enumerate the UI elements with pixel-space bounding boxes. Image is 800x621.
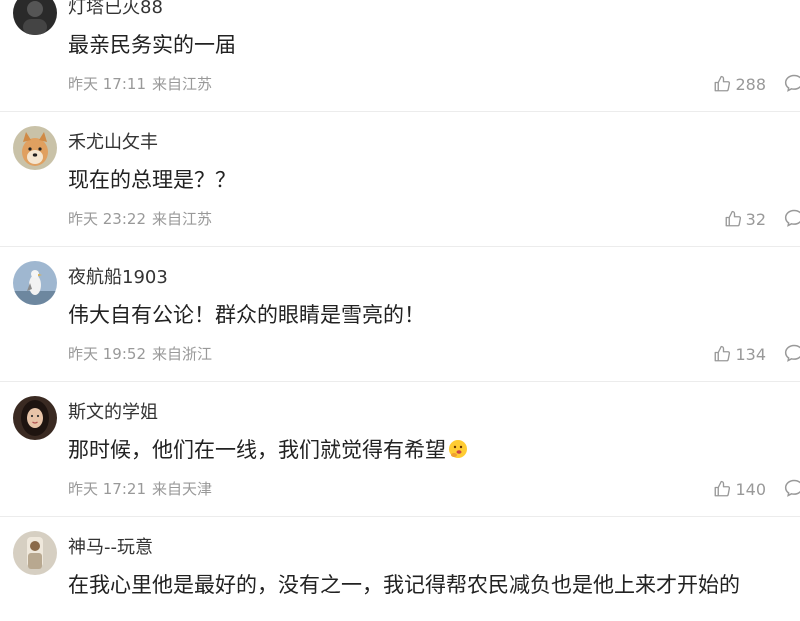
like-count: 134	[735, 344, 766, 364]
comment-text: 那时候，他们在一线，我们就觉得有希望	[68, 436, 468, 464]
like-count: 32	[745, 209, 766, 229]
comment-text-body: 那时候，他们在一线，我们就觉得有希望	[68, 438, 446, 462]
thumbs-up-icon	[715, 345, 731, 362]
like-button[interactable]: 32	[724, 208, 766, 230]
like-count: 288	[735, 74, 766, 94]
comment-feed: 灯塔已灭88 最亲民务实的一届 昨天 17:11 来自江苏 288 禾尤山攵丰 …	[0, 0, 800, 621]
reply-button[interactable]	[784, 343, 800, 365]
username[interactable]: 灯塔已灭88	[68, 0, 163, 19]
dog-avatar-icon	[13, 126, 57, 170]
person-avatar-icon	[13, 531, 57, 575]
avatar[interactable]	[13, 531, 57, 575]
thumbs-up-icon	[725, 210, 741, 227]
comment-text: 最亲民务实的一届	[68, 33, 236, 57]
comment-meta: 昨天 17:21 来自天津	[68, 479, 212, 499]
woman-avatar-icon	[13, 396, 57, 440]
comment-bubble-icon	[784, 479, 800, 497]
thumbs-up-icon	[715, 75, 731, 92]
like-button[interactable]: 134	[713, 343, 766, 365]
thumbs-up-icon	[715, 480, 731, 497]
comment-bubble-icon	[784, 209, 800, 227]
comment-location: 来自江苏	[152, 75, 213, 93]
comment-meta: 昨天 17:11 来自江苏	[68, 74, 212, 94]
reply-button[interactable]	[784, 73, 800, 95]
comment-bubble-icon	[784, 344, 800, 362]
comment-date: 昨天 19:52	[68, 345, 146, 363]
comment-bubble-icon	[784, 74, 800, 92]
comment-item: 夜航船1903 伟大自有公论！群众的眼睛是雪亮的！ 昨天 19:52 来自浙江 1…	[0, 247, 800, 382]
username[interactable]: 斯文的学姐	[68, 402, 158, 424]
reply-button[interactable]	[784, 478, 800, 500]
avatar[interactable]	[13, 0, 57, 35]
reply-button[interactable]	[784, 208, 800, 230]
avatar[interactable]	[13, 261, 57, 305]
comment-meta: 昨天 23:22 来自江苏	[68, 209, 212, 229]
comment-location: 来自浙江	[152, 345, 213, 363]
like-button[interactable]: 140	[713, 478, 766, 500]
thinking-face-emoji	[449, 440, 467, 458]
username[interactable]: 神马--玩意	[68, 537, 153, 559]
comment-text: 在我心里他是最好的，没有之一，我记得帮农民减负也是他上来才开始的	[68, 573, 740, 597]
comment-meta: 昨天 19:52 来自浙江	[68, 344, 212, 364]
username[interactable]: 夜航船1903	[68, 267, 168, 289]
like-button[interactable]: 288	[713, 73, 766, 95]
comment-item: 斯文的学姐 那时候，他们在一线，我们就觉得有希望 昨天 17:21 来自天津 14…	[0, 382, 800, 517]
comment-date: 昨天 17:11	[68, 75, 146, 93]
comment-date: 昨天 23:22	[68, 210, 146, 228]
seagull-avatar-icon	[13, 261, 57, 305]
comment-item: 神马--玩意 在我心里他是最好的，没有之一，我记得帮农民减负也是他上来才开始的	[0, 517, 800, 621]
comment-text: 现在的总理是？？	[68, 168, 236, 192]
comment-location: 来自天津	[152, 480, 213, 498]
like-count: 140	[735, 479, 766, 499]
comment-text: 伟大自有公论！群众的眼睛是雪亮的！	[68, 303, 425, 327]
comment-location: 来自江苏	[152, 210, 213, 228]
comment-date: 昨天 17:21	[68, 480, 146, 498]
username[interactable]: 禾尤山攵丰	[68, 132, 158, 154]
dark-avatar-icon	[13, 0, 57, 35]
comment-item: 禾尤山攵丰 现在的总理是？？ 昨天 23:22 来自江苏 32	[0, 112, 800, 247]
comment-item: 灯塔已灭88 最亲民务实的一届 昨天 17:11 来自江苏 288	[0, 0, 800, 112]
avatar[interactable]	[13, 126, 57, 170]
avatar[interactable]	[13, 396, 57, 440]
